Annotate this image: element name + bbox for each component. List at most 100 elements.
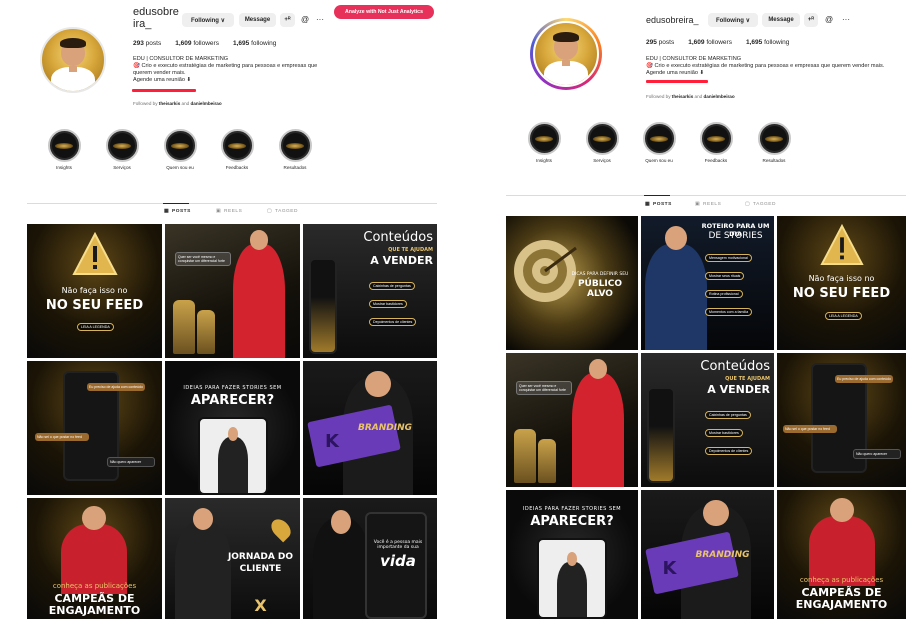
profile-bio: EDU | CONSULTOR DE MARKETING 🎯 Crio e ex… [646, 56, 904, 77]
profile-username: edusobre ira_ [133, 6, 179, 30]
following-count[interactable]: 1,695 following [746, 39, 789, 46]
profile-username: edusobreira_ [646, 15, 699, 25]
right-profile-screenshot: edusobreira_ Following ∨ Message +ᴿ @ ··… [496, 0, 907, 619]
phone-illustration [537, 538, 607, 619]
post-tile[interactable]: JORNADA DO CLIENTE X [165, 498, 300, 619]
threads-icon[interactable]: @ [300, 12, 310, 26]
bio-name: EDU | CONSULTOR DE MARKETING [133, 56, 229, 62]
tagged-icon: ▢ [267, 209, 273, 214]
story-highlight-insights[interactable]: Insights [44, 129, 84, 170]
post-tile[interactable]: ROTEIRO PARA UM DIA DE STORIES Mensagem … [641, 216, 774, 350]
story-highlight-quem-sou-eu[interactable]: Quem sou eu [639, 122, 679, 163]
person-photo [645, 226, 707, 350]
post-tile[interactable]: BRANDING K [641, 490, 774, 619]
profile-stats: 293 posts 1,609 followers 1,695 followin… [133, 40, 276, 47]
post-tile[interactable]: Eu preciso de ajuda com conteúdo Não sei… [27, 361, 162, 495]
posts-grid: DICAS PARA DEFINIR SEU PÚBLICO ALVO ROTE… [506, 216, 906, 619]
post-tile[interactable]: BRANDING K [303, 361, 437, 495]
followed-by: Followed by theisarkis and danielmbeirao [646, 94, 735, 99]
analyze-extension-button[interactable]: Analyze with Not Just Analytics [334, 5, 434, 19]
following-button[interactable]: Following ∨ [708, 13, 758, 27]
tab-posts[interactable]: ▦ POSTS [645, 202, 672, 207]
post-tile[interactable]: Você é a pessoa mais importante da sua v… [303, 498, 437, 619]
add-user-icon[interactable]: +ᴿ [280, 13, 295, 27]
story-highlight-resultados[interactable]: Resultados [754, 122, 794, 163]
following-count[interactable]: 1,695 following [233, 40, 276, 47]
chess-piece-icon [173, 300, 195, 354]
post-tile[interactable]: Quer ser você mesmo e conquistar um dife… [506, 353, 638, 487]
add-user-icon[interactable]: +ᴿ [804, 13, 818, 27]
bio-name: EDU | CONSULTOR DE MARKETING [646, 56, 742, 62]
profile-stats: 295 posts 1,609 followers 1,695 followin… [646, 39, 789, 46]
tab-tagged[interactable]: ▢ TAGGED [267, 209, 298, 214]
bio-line: 🎯 Crio e executo estratégias de marketin… [133, 63, 318, 69]
reels-icon: ▣ [216, 209, 222, 214]
phone-illustration [309, 258, 337, 354]
post-tile[interactable]: IDEIAS PARA FAZER STORIES SEM APARECER? [506, 490, 638, 619]
message-button[interactable]: Message [239, 13, 276, 27]
post-tile[interactable]: Não faça isso no NO SEU FEED LEIA A LEGE… [27, 224, 162, 358]
post-tile[interactable]: Não faça isso no NO SEU FEED LEIA A LEGE… [777, 216, 906, 350]
profile-bio: EDU | CONSULTOR DE MARKETING 🎯 Crio e ex… [133, 56, 343, 84]
person-photo [572, 359, 624, 487]
tab-reels[interactable]: ▣ REELS [695, 202, 721, 207]
posts-count: 295 posts [646, 39, 675, 46]
posts-count: 293 posts [133, 40, 162, 47]
chess-piece-icon [538, 439, 556, 483]
person-photo [313, 510, 369, 619]
warning-icon [820, 224, 864, 266]
threads-icon[interactable]: @ [824, 12, 834, 26]
posts-grid: Não faça isso no NO SEU FEED LEIA A LEGE… [27, 224, 437, 619]
followed-by: Followed by theisarkis and danielmbeirao [133, 101, 222, 106]
post-tile[interactable]: conheça as publicações CAMPEÃS DE ENGAJA… [27, 498, 162, 619]
profile-avatar[interactable] [533, 21, 599, 87]
story-highlight-servicos[interactable]: Serviços [102, 129, 142, 170]
post-tile[interactable]: conheça as publicações CAMPEÃS DE ENGAJA… [777, 490, 906, 619]
active-tab-indicator [163, 203, 189, 204]
grid-icon: ▦ [164, 209, 170, 214]
person-photo [175, 508, 231, 619]
followers-count[interactable]: 1,609 followers [175, 40, 219, 47]
post-tile[interactable]: Quer ser você mesmo e conquistar um dife… [165, 224, 300, 358]
story-highlight-resultados[interactable]: Resultados [275, 129, 315, 170]
story-highlight-feedbacks[interactable]: Feedbacks [217, 129, 257, 170]
story-ring[interactable] [530, 18, 602, 90]
active-tab-indicator [644, 195, 670, 196]
post-tile[interactable]: Eu preciso de ajuda com conteúdo Não sei… [777, 353, 906, 487]
phone-illustration [198, 417, 268, 495]
tab-posts[interactable]: ▦ POSTS [164, 209, 191, 214]
story-highlight-insights[interactable]: Insights [524, 122, 564, 163]
highlight-underline [646, 80, 708, 83]
message-button[interactable]: Message [762, 13, 800, 27]
tab-tagged[interactable]: ▢ TAGGED [745, 202, 776, 207]
bio-line: 🎯 Crio e executo estratégias de marketin… [646, 63, 885, 69]
more-options-icon[interactable]: ··· [314, 12, 326, 26]
profile-tabs-divider [27, 203, 437, 204]
story-highlight-feedbacks[interactable]: Feedbacks [696, 122, 736, 163]
profile-avatar[interactable] [40, 27, 106, 93]
bio-cta[interactable]: Agende uma reunião ⬇ [133, 77, 343, 84]
chess-piece-icon [514, 429, 536, 483]
tagged-icon: ▢ [745, 202, 751, 207]
post-tile[interactable]: IDEIAS PARA FAZER STORIES SEM APARECER? [165, 361, 300, 495]
reels-icon: ▣ [695, 202, 701, 207]
location-pin-icon [267, 515, 295, 543]
post-tile[interactable]: Conteúdos QUE TE AJUDAM A VENDER Caixinh… [641, 353, 774, 487]
person-photo [233, 230, 285, 358]
phone-illustration [647, 387, 675, 483]
warning-icon [72, 232, 118, 275]
chess-piece-icon [197, 310, 215, 354]
highlight-underline [132, 89, 196, 92]
story-highlight-quem-sou-eu[interactable]: Quem sou eu [160, 129, 200, 170]
left-profile-screenshot: edusobre ira_ Following ∨ Message +ᴿ @ ·… [0, 0, 452, 619]
bio-cta[interactable]: Agende uma reunião ⬇ [646, 70, 904, 77]
more-options-icon[interactable]: ··· [840, 12, 852, 26]
post-tile[interactable]: Conteúdos QUE TE AJUDAM A VENDER Caixinh… [303, 224, 437, 358]
story-highlight-servicos[interactable]: Serviços [582, 122, 622, 163]
post-tile[interactable]: DICAS PARA DEFINIR SEU PÚBLICO ALVO [506, 216, 638, 350]
followers-count[interactable]: 1,609 followers [688, 39, 732, 46]
tab-reels[interactable]: ▣ REELS [216, 209, 242, 214]
following-button[interactable]: Following ∨ [182, 13, 234, 27]
bio-line: querem vender mais. [133, 70, 186, 76]
profile-tabs-divider [506, 195, 906, 196]
